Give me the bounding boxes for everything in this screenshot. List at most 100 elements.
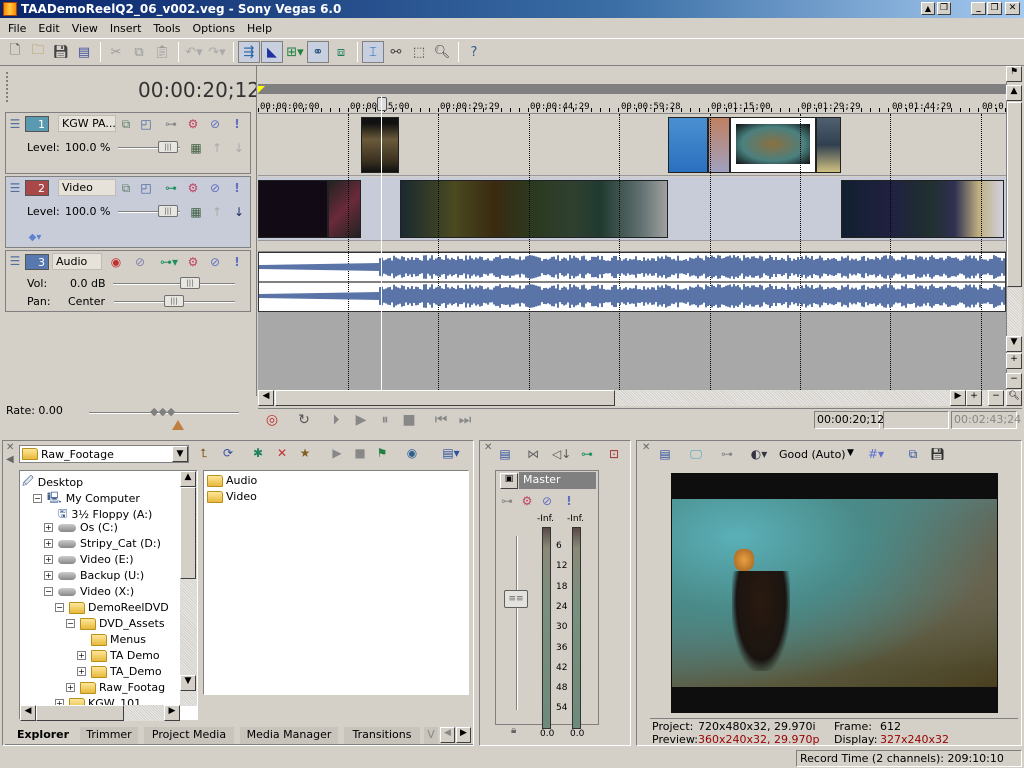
tree-item[interactable]: − DVD_Assets <box>66 617 165 630</box>
start-preview-icon[interactable]: ▶ <box>330 446 344 460</box>
tab-video-fx[interactable]: V <box>424 727 438 744</box>
tree-item[interactable]: + Backup (U:) <box>44 569 144 582</box>
current-time-display[interactable]: 00:00:20;12 <box>138 78 260 102</box>
video-clip[interactable] <box>668 117 708 173</box>
tab-scroll-left[interactable]: ◀ <box>440 727 455 743</box>
auto-ripple-icon[interactable]: ⇶ <box>238 41 260 63</box>
ignore-grouping-icon[interactable]: ⧈ <box>330 41 352 63</box>
expand-icon[interactable]: + <box>44 571 53 580</box>
menu-insert[interactable]: Insert <box>104 22 148 35</box>
make-compositing-child-icon[interactable]: ◰ <box>139 181 153 195</box>
scroll-left-button[interactable]: ◀ <box>20 705 36 721</box>
copy-icon[interactable]: ⧉ <box>128 41 150 63</box>
cut-icon[interactable]: ✂ <box>105 41 127 63</box>
menu-view[interactable]: View <box>66 22 104 35</box>
zoom-out-time-button[interactable]: − <box>988 390 1004 406</box>
track-fx-icon[interactable]: ⚙ <box>186 255 200 269</box>
stop-icon[interactable]: ■ <box>402 413 416 427</box>
compositing-mode-icon[interactable]: ⧉ <box>119 181 133 195</box>
solo-icon[interactable]: ! <box>230 181 244 195</box>
get-media-icon[interactable]: ◉ <box>405 446 419 460</box>
marker-flag-button[interactable]: ⚑ <box>1006 66 1022 82</box>
save-icon[interactable]: 💾︎ <box>50 41 72 63</box>
bus-motion-icon[interactable]: ⊶ <box>500 494 514 508</box>
arm-for-record-icon[interactable]: ◉ <box>109 255 123 269</box>
paste-icon[interactable]: 📋︎ <box>151 41 173 63</box>
mute-icon[interactable]: ⊘ <box>208 117 222 131</box>
grip-handle[interactable] <box>6 72 9 102</box>
record-icon[interactable]: ◎ <box>265 413 279 427</box>
auto-preview-icon[interactable]: ⚑ <box>375 446 389 460</box>
insert-assignable-fx-icon[interactable]: ⊶ <box>580 447 594 461</box>
expand-icon[interactable]: + <box>44 523 53 532</box>
scroll-up-button[interactable]: ▲ <box>1006 85 1022 101</box>
tree-item[interactable]: − DemoReelDVD <box>55 601 169 614</box>
folder-tree[interactable]: 🖉 Desktop − 🖳 My Computer 🖫 3½ Floppy (A:) + Os … <box>19 470 198 720</box>
new-folder-icon[interactable]: ✱ <box>251 446 265 460</box>
scroll-thumb[interactable] <box>36 705 124 721</box>
tree-item[interactable]: + TA_Demo <box>77 665 162 678</box>
volume-slider[interactable] <box>113 283 235 285</box>
video-clip[interactable] <box>361 117 399 173</box>
bus-properties-button[interactable]: ▣ <box>500 473 518 489</box>
quality-dropdown-arrow[interactable]: ▼ <box>847 448 854 458</box>
external-monitor-icon[interactable]: 🖵︎ <box>689 447 703 461</box>
copy-snapshot-icon[interactable]: ⧉ <box>906 447 920 461</box>
end-time-field[interactable]: 00:02:43;24 <box>951 411 1021 429</box>
envelope-icon[interactable]: ◣ <box>261 41 283 63</box>
close-window-icon[interactable]: ✕ <box>484 442 492 453</box>
bus-solo-icon[interactable]: ! <box>562 494 576 508</box>
level-slider-thumb[interactable]: ||| <box>158 141 178 153</box>
make-compositing-child-icon[interactable]: ◰ <box>139 117 153 131</box>
keyframe-icon[interactable]: ◆▾ <box>28 231 42 245</box>
expand-icon[interactable]: + <box>44 555 53 564</box>
downmix-icon[interactable]: ⋈ <box>526 447 540 461</box>
menu-file[interactable]: File <box>2 22 32 35</box>
tree-item[interactable]: + Raw_Footag <box>66 681 165 694</box>
master-fader-thumb[interactable]: ≡≡ <box>504 590 528 608</box>
refresh-icon[interactable]: ⟳ <box>221 446 235 460</box>
insert-bus-icon[interactable]: ⊡ <box>607 447 621 461</box>
open-icon[interactable]: 🗀 <box>27 41 49 63</box>
minimize-track-icon[interactable]: ☰ <box>8 254 22 268</box>
video-clip[interactable] <box>258 180 328 238</box>
track-header-1[interactable]: ☰ 1 KGW PA... ⧉ ◰ ⊶ ⚙ ⊘ ! Level: 100.0 %… <box>5 112 251 174</box>
scroll-thumb[interactable] <box>1007 102 1022 287</box>
loop-playback-icon[interactable]: ↻ <box>297 413 311 427</box>
maximize-button[interactable]: ❐ <box>987 2 1002 15</box>
empty-track-area[interactable] <box>258 312 1006 390</box>
loop-region-bar[interactable] <box>258 84 1006 94</box>
dim-output-icon[interactable]: ◁↓ <box>552 447 571 461</box>
scroll-thumb[interactable] <box>180 487 196 579</box>
track-name[interactable]: KGW PA... <box>58 115 116 132</box>
save-snapshot-icon[interactable]: 💾︎ <box>930 447 945 461</box>
track-motion-icon[interactable]: ⊶ <box>164 181 178 195</box>
dock-up-button[interactable]: ▲ <box>921 2 935 15</box>
video-clip[interactable] <box>708 117 730 173</box>
split-screen-icon[interactable]: ◐▾ <box>745 447 773 461</box>
video-output-fx-icon[interactable]: ⊶ <box>720 447 734 461</box>
tree-item[interactable]: + Stripy_Cat (D:) <box>44 537 161 550</box>
close-button[interactable]: ✕ <box>1005 2 1020 15</box>
mute-icon[interactable]: ⊘ <box>208 255 222 269</box>
location-dropdown[interactable]: Raw_Footage ▼ <box>19 445 189 463</box>
file-item[interactable]: Video <box>207 490 257 503</box>
file-item[interactable]: Audio <box>207 474 257 487</box>
track-number[interactable]: 3 <box>25 254 49 270</box>
tab-media-manager[interactable]: Media Manager <box>240 727 338 744</box>
expand-icon[interactable]: + <box>77 667 86 676</box>
move-down-icon[interactable]: ↓ <box>232 141 246 155</box>
collapse-icon[interactable]: − <box>33 494 42 503</box>
preview-quality-dropdown[interactable]: Good (Auto) <box>779 448 846 461</box>
compositing-mode-icon[interactable]: ⧉ <box>119 117 133 131</box>
move-up-icon[interactable]: ↑ <box>210 141 224 155</box>
menu-options[interactable]: Options <box>187 22 241 35</box>
bus-fx-icon[interactable]: ⚙ <box>520 494 534 508</box>
zoom-tool-button[interactable]: 🔍︎ <box>1006 390 1022 406</box>
file-list[interactable]: Audio Video <box>203 470 469 695</box>
pan-slider-thumb[interactable]: ||| <box>164 295 184 307</box>
playhead-handle[interactable] <box>377 97 387 111</box>
stop-preview-icon[interactable]: ■ <box>353 446 367 460</box>
lock-icon[interactable]: 🔒︎ <box>511 725 516 736</box>
properties-icon[interactable]: ▤ <box>73 41 95 63</box>
